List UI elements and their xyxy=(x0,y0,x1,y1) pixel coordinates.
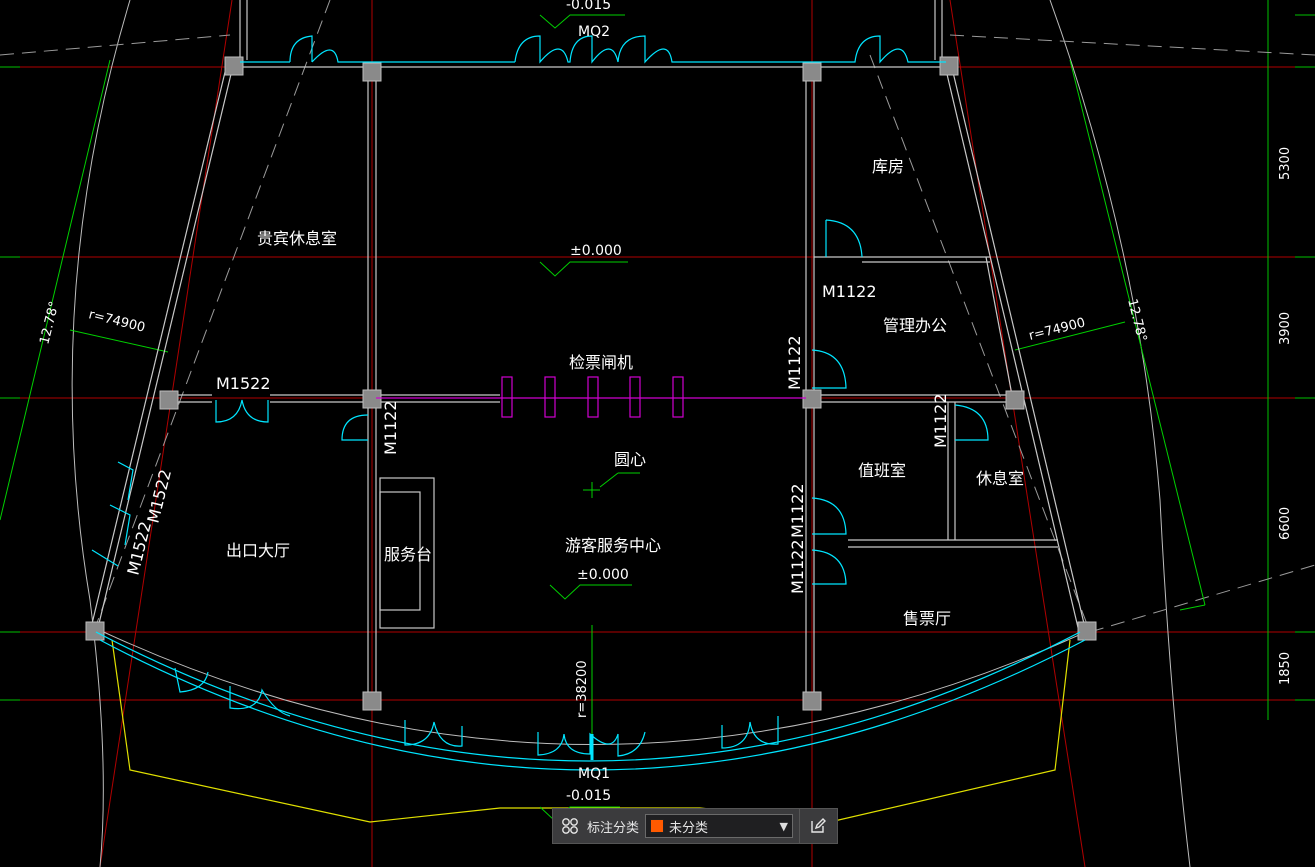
dimension-5300: 5300 xyxy=(1278,147,1293,180)
room-visitor-center: 游客服务中心 xyxy=(565,536,661,555)
door-mq1: MQ1 xyxy=(578,766,610,782)
room-storeroom: 库房 xyxy=(872,157,904,176)
door-m1122-ticket: M1122 xyxy=(788,539,807,594)
outer-contour xyxy=(71,0,1191,867)
caret-down-icon[interactable]: ▼ xyxy=(780,820,788,833)
dimension-6600: 6600 xyxy=(1278,507,1293,540)
door-m1122-duty: M1122 xyxy=(931,393,950,448)
level-bottom: -0.015 xyxy=(566,788,611,804)
annotation-category-label: 标注分类 xyxy=(587,820,640,836)
door-m1522-wall-a: M1522 xyxy=(143,467,175,525)
axis-ticks xyxy=(0,0,1315,720)
door-m1122-left: M1122 xyxy=(381,400,400,455)
room-ticket-gates: 检票闸机 xyxy=(569,353,633,372)
annotation-radius-left: r=74900 xyxy=(87,307,147,335)
door-m1122-rest: M1122 xyxy=(788,483,807,538)
category-color-swatch xyxy=(650,819,665,833)
annotation-category-value: 未分类 xyxy=(669,820,709,836)
grid-icon[interactable] xyxy=(553,809,587,843)
door-mq2: MQ2 xyxy=(578,24,610,40)
grid-lines xyxy=(0,0,1315,867)
level-center-upper: ±0.000 xyxy=(570,243,622,259)
marker-circle-center: 圆心 xyxy=(614,450,646,469)
dimension-1850: 1850 xyxy=(1278,652,1293,685)
door-m1122-office: M1122 xyxy=(785,335,804,390)
cad-drawing-canvas[interactable]: -0.015 MQ2 贵宾休息室 ±0.000 库房 M1122 管理办公 检票… xyxy=(0,0,1315,867)
annotation-angle-left: 12.78° xyxy=(37,300,62,346)
room-management-office: 管理办公 xyxy=(883,316,947,335)
room-duty: 值班室 xyxy=(858,461,906,480)
door-m1122-mgmt: M1122 xyxy=(822,282,877,301)
ticket-gates xyxy=(376,376,806,418)
level-center-lower: ±0.000 xyxy=(577,567,629,583)
level-top: -0.015 xyxy=(566,0,611,13)
edit-icon[interactable] xyxy=(799,809,836,843)
walls xyxy=(89,0,1087,700)
room-vip-lounge: 贵宾休息室 xyxy=(257,229,337,248)
dimension-3900: 3900 xyxy=(1278,312,1293,345)
annotation-angle-right: 12.78° xyxy=(1124,297,1149,343)
annotation-category-toolbar: 标注分类 未分类 ▼ xyxy=(552,808,838,844)
room-rest: 休息室 xyxy=(976,469,1024,488)
annotation-category-select[interactable]: 未分类 ▼ xyxy=(645,814,794,838)
door-m1522-top: M1522 xyxy=(216,374,271,393)
room-exit-hall: 出口大厅 xyxy=(226,541,290,560)
room-ticket-hall: 售票厅 xyxy=(903,609,951,628)
labels: -0.015 MQ2 贵宾休息室 ±0.000 库房 M1122 管理办公 检票… xyxy=(37,0,1293,804)
annotation-radius-center: r=38200 xyxy=(575,660,590,718)
room-service-desk: 服务台 xyxy=(384,545,432,564)
